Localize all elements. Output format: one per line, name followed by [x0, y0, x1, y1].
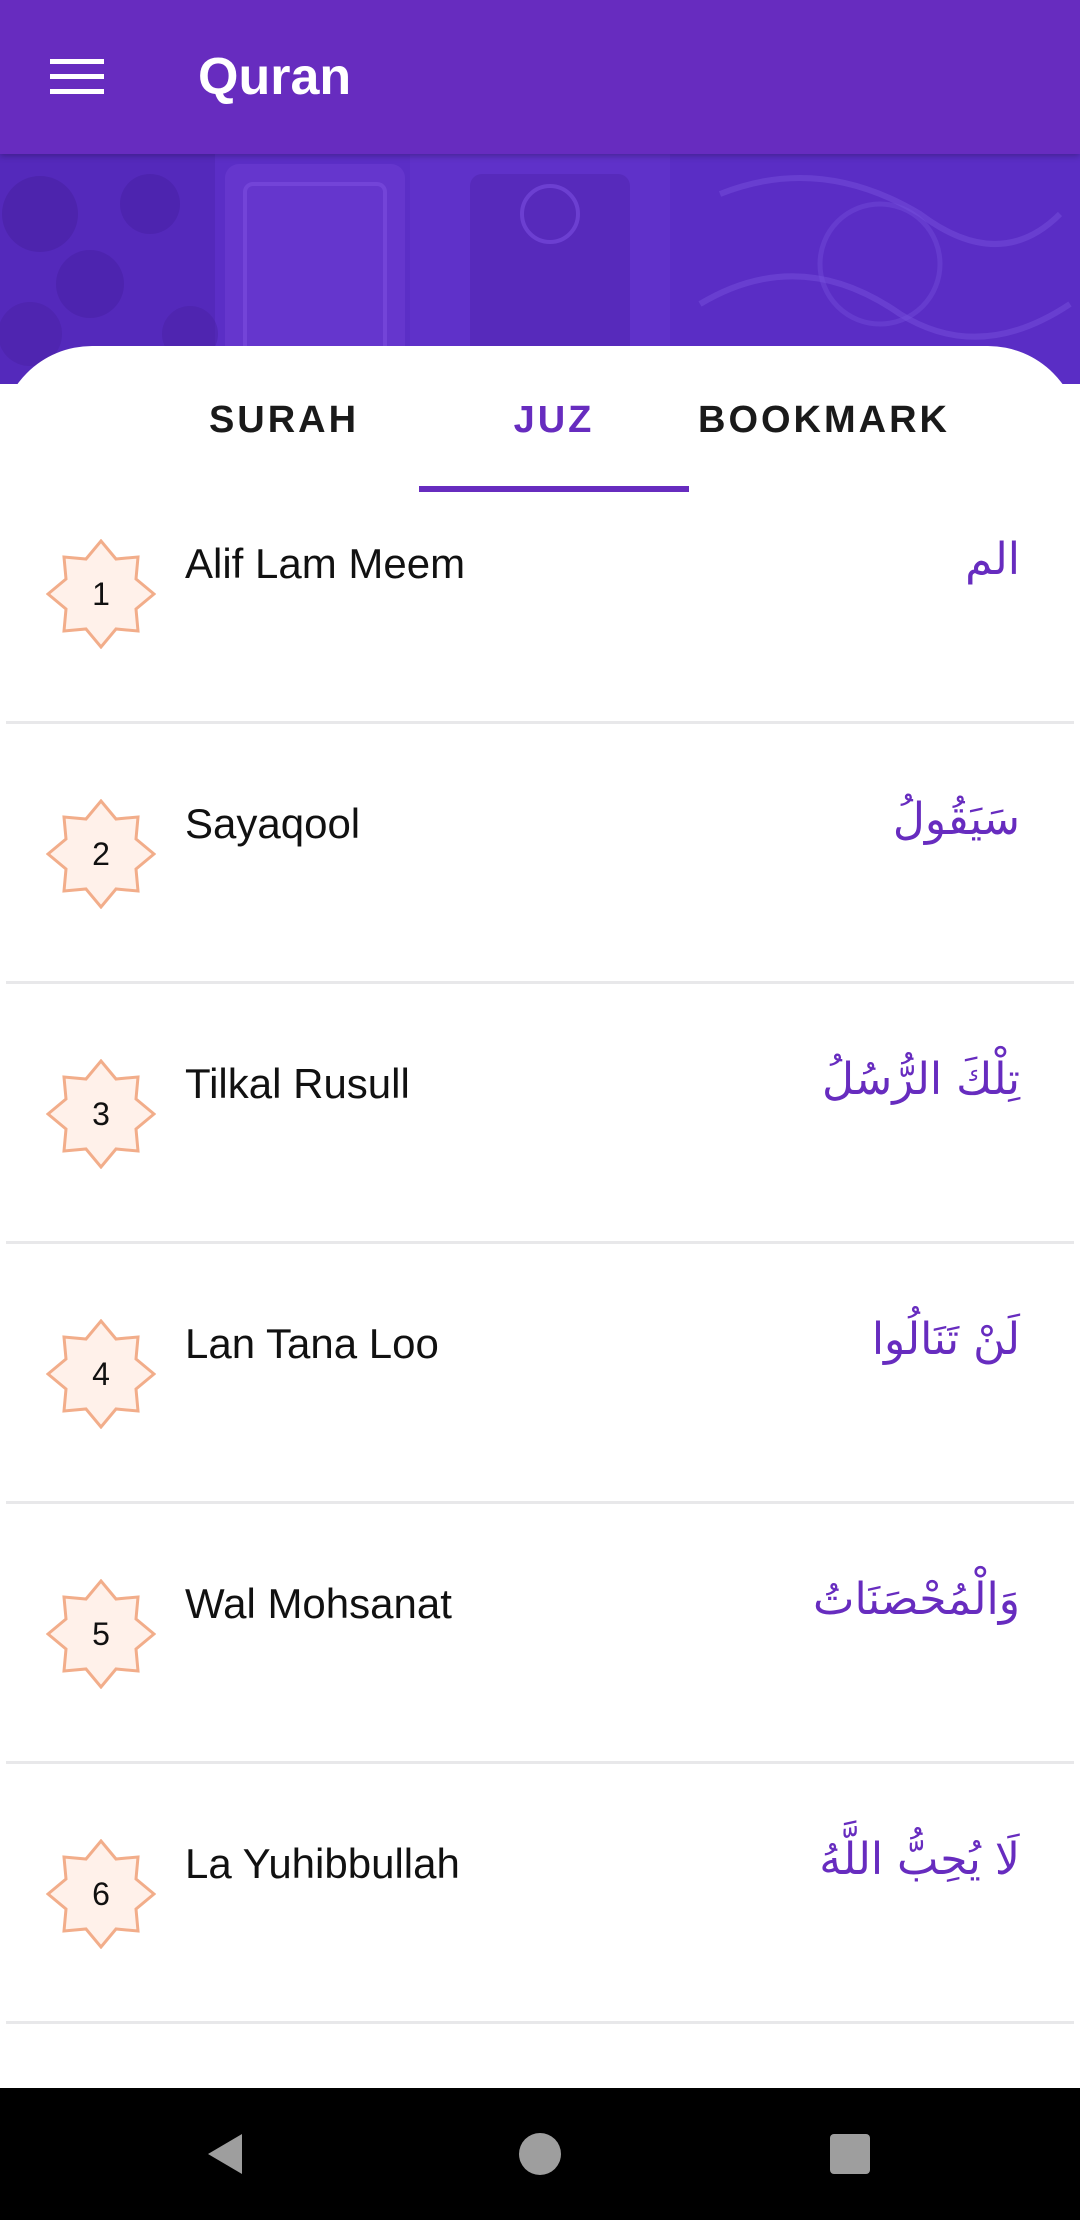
juz-name: Tilkal Rusull: [185, 1060, 410, 1107]
tab-indicator: [419, 486, 689, 492]
juz-row[interactable]: 1 Alif Lam Meem الم: [0, 494, 1080, 724]
juz-arabic-name: الم: [965, 534, 1020, 585]
hamburger-menu-icon: [50, 59, 104, 94]
juz-name: Wal Mohsanat: [185, 1580, 452, 1627]
juz-number: 4: [92, 1355, 110, 1392]
juz-row[interactable]: 2 Sayaqool سَيَقُولُ: [0, 724, 1080, 984]
juz-list: 1 Alif Lam Meem الم 2 Sayaqool سَيَقُولُ: [0, 494, 1080, 2024]
juz-number: 6: [92, 1875, 110, 1912]
juz-arabic-name: لَا يُحِبُّ اللَّهُ: [819, 1834, 1020, 1885]
juz-number: 3: [92, 1095, 110, 1132]
juz-number: 2: [92, 835, 110, 872]
juz-number-badge: 4: [46, 1319, 156, 1429]
recents-button[interactable]: [804, 2108, 896, 2200]
juz-name: Alif Lam Meem: [185, 540, 466, 587]
app-bar: Quran: [0, 0, 1080, 154]
divider: [6, 2021, 1074, 2024]
tab-bookmark[interactable]: BOOKMARK: [689, 346, 959, 494]
home-button[interactable]: [494, 2108, 586, 2200]
home-circle-icon: [519, 2133, 561, 2175]
juz-arabic-name: لَنْ تَنَالُوا: [871, 1314, 1020, 1365]
back-triangle-icon: [208, 2134, 242, 2174]
content-sheet: SURAH JUZ BOOKMARK 1 Alif Lam Meem الم 2: [0, 346, 1080, 2088]
juz-row[interactable]: 6 La Yuhibbullah لَا يُحِبُّ اللَّهُ: [0, 1764, 1080, 2024]
recents-square-icon: [830, 2134, 870, 2174]
juz-name: Sayaqool: [185, 800, 361, 847]
juz-number-badge: 1: [46, 539, 156, 649]
juz-number-badge: 6: [46, 1839, 156, 1949]
app-title: Quran: [198, 48, 352, 106]
tab-surah[interactable]: SURAH: [149, 346, 419, 494]
system-navigation-bar: [0, 2088, 1080, 2220]
juz-number: 5: [92, 1615, 110, 1652]
juz-name: La Yuhibbullah: [185, 1840, 460, 1887]
menu-button[interactable]: [0, 0, 154, 154]
back-button[interactable]: [180, 2108, 272, 2200]
juz-number-badge: 2: [46, 799, 156, 909]
juz-row[interactable]: 3 Tilkal Rusull تِلْكَ الرُّسُلُ: [0, 984, 1080, 1244]
tab-bar: SURAH JUZ BOOKMARK: [0, 346, 1080, 494]
juz-number-badge: 3: [46, 1059, 156, 1169]
juz-row[interactable]: 4 Lan Tana Loo لَنْ تَنَالُوا: [0, 1244, 1080, 1504]
juz-arabic-name: وَالْمُحْصَنَاتُ: [813, 1574, 1020, 1625]
juz-row[interactable]: 5 Wal Mohsanat وَالْمُحْصَنَاتُ: [0, 1504, 1080, 1764]
juz-arabic-name: سَيَقُولُ: [892, 794, 1020, 845]
juz-name: Lan Tana Loo: [185, 1320, 439, 1367]
tab-juz[interactable]: JUZ: [419, 346, 689, 494]
juz-arabic-name: تِلْكَ الرُّسُلُ: [822, 1054, 1020, 1105]
juz-number-badge: 5: [46, 1579, 156, 1689]
juz-number: 1: [92, 575, 110, 612]
